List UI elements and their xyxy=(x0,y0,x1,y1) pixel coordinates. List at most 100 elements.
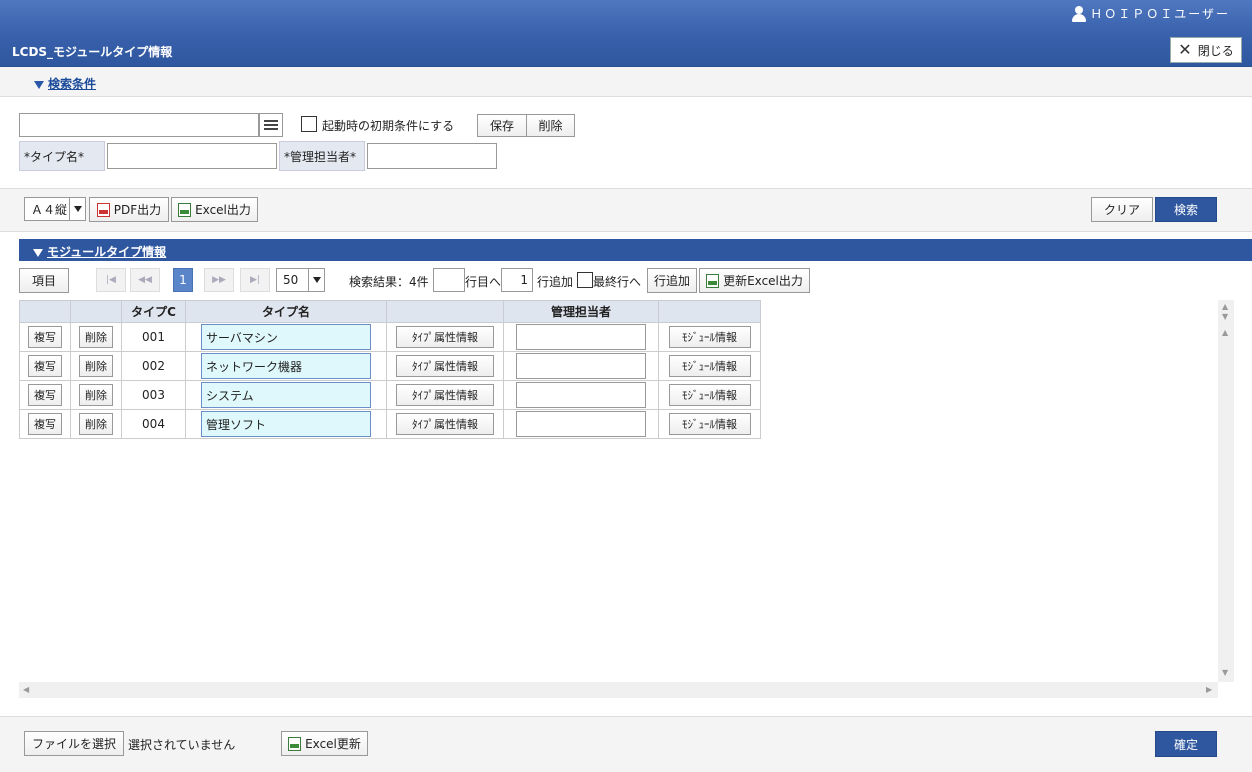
col-manager: 管理担当者 xyxy=(503,300,659,323)
table-header-row: タイプC タイプ名 管理担当者 xyxy=(19,300,761,323)
module-info-button[interactable]: ﾓｼﾞｭｰﾙ情報 xyxy=(668,384,751,406)
saved-condition-input[interactable] xyxy=(19,113,259,137)
col-type-code: タイプC xyxy=(121,300,186,323)
user-name: ＨＯＩＰＯＩユーザー xyxy=(1090,7,1230,21)
user-icon xyxy=(1072,5,1087,22)
col-delete xyxy=(70,300,122,323)
clear-button[interactable]: クリア xyxy=(1091,197,1153,222)
type-name-field[interactable]: ネットワーク機器 xyxy=(201,353,371,379)
excel-icon xyxy=(288,736,302,751)
delete-row-button[interactable]: 削除 xyxy=(79,326,113,348)
search-button[interactable]: 検索 xyxy=(1155,197,1217,222)
copy-cell: 複写 xyxy=(19,351,71,381)
delete-row-button[interactable]: 削除 xyxy=(79,355,113,377)
module-info-button[interactable]: ﾓｼﾞｭｰﾙ情報 xyxy=(668,355,751,377)
manager-input[interactable] xyxy=(367,143,497,169)
type-attr-button[interactable]: ﾀｲﾌﾟ属性情報 xyxy=(396,326,494,348)
delete-cell: 削除 xyxy=(70,322,122,352)
module-section-header: モジュールタイプ情報 xyxy=(19,239,1252,261)
save-button[interactable]: 保存 xyxy=(477,114,527,137)
search-section-toggle[interactable]: 検索条件 xyxy=(34,75,96,92)
type-code-cell: 003 xyxy=(121,380,186,410)
last-row-checkbox[interactable] xyxy=(577,272,593,288)
excel-update-button[interactable]: Excel更新 xyxy=(281,731,368,756)
module-info-button[interactable]: ﾓｼﾞｭｰﾙ情報 xyxy=(668,413,751,435)
module-type-table: タイプC タイプ名 管理担当者 複写 削除 001 サーバマシン ﾀｲﾌﾟ属性情報 ﾓｼﾞ… xyxy=(19,300,761,439)
pdf-export-button[interactable]: PDF出力 xyxy=(89,197,169,222)
type-name-cell: システム xyxy=(185,380,387,410)
type-name-cell: 管理ソフト xyxy=(185,409,387,439)
col-module xyxy=(658,300,761,323)
type-attr-button[interactable]: ﾀｲﾌﾟ属性情報 xyxy=(396,355,494,377)
manager-cell xyxy=(503,409,659,439)
current-page[interactable]: 1 xyxy=(173,268,193,292)
chevron-down-icon xyxy=(69,198,85,220)
columns-button[interactable]: 項目 xyxy=(19,268,69,293)
delete-condition-button[interactable]: 削除 xyxy=(526,114,575,137)
type-name-field[interactable]: サーバマシン xyxy=(201,324,371,350)
type-name-field[interactable]: 管理ソフト xyxy=(201,411,371,437)
excel-icon xyxy=(178,202,192,217)
manager-field[interactable] xyxy=(516,324,646,350)
copy-row-button[interactable]: 複写 xyxy=(28,413,62,435)
add-row-button[interactable]: 行追加 xyxy=(647,268,697,293)
excel-export-button[interactable]: Excel出力 xyxy=(171,197,258,222)
table-row: 複写 削除 004 管理ソフト ﾀｲﾌﾟ属性情報 ﾓｼﾞｭｰﾙ情報 xyxy=(19,409,761,439)
search-section-header: 検索条件 xyxy=(0,67,1252,97)
file-status: 選択されていません xyxy=(128,738,236,752)
manager-field[interactable] xyxy=(516,382,646,408)
horizontal-scrollbar[interactable]: ◀ ▶ xyxy=(19,682,1218,698)
module-cell: ﾓｼﾞｭｰﾙ情報 xyxy=(658,322,761,352)
table-row: 複写 削除 001 サーバマシン ﾀｲﾌﾟ属性情報 ﾓｼﾞｭｰﾙ情報 xyxy=(19,322,761,352)
last-page-icon[interactable]: ▶| xyxy=(240,268,270,292)
manager-field[interactable] xyxy=(516,353,646,379)
delete-row-button[interactable]: 削除 xyxy=(79,413,113,435)
copy-row-button[interactable]: 複写 xyxy=(28,384,62,406)
page-title: LCDS_モジュールタイプ情報 xyxy=(12,45,173,59)
page-size-select[interactable]: 50 xyxy=(276,268,325,292)
module-section-toggle[interactable]: モジュールタイプ情報 xyxy=(33,243,166,260)
close-button[interactable]: ✕ 閉じる xyxy=(1170,37,1242,63)
first-page-icon[interactable]: |◀ xyxy=(96,268,126,292)
delete-row-button[interactable]: 削除 xyxy=(79,384,113,406)
type-attr-button[interactable]: ﾀｲﾌﾟ属性情報 xyxy=(396,413,494,435)
collapse-triangle-icon xyxy=(34,80,44,89)
col-attr xyxy=(386,300,504,323)
attr-cell: ﾀｲﾌﾟ属性情報 xyxy=(386,351,504,381)
prev-page-icon[interactable]: ◀◀ xyxy=(130,268,160,292)
module-cell: ﾓｼﾞｭｰﾙ情報 xyxy=(658,351,761,381)
module-info-button[interactable]: ﾓｼﾞｭｰﾙ情報 xyxy=(668,326,751,348)
next-page-icon[interactable]: ▶▶ xyxy=(204,268,234,292)
type-attr-button[interactable]: ﾀｲﾌﾟ属性情報 xyxy=(396,384,494,406)
condition-list-icon[interactable] xyxy=(259,113,283,137)
startup-condition-checkbox[interactable] xyxy=(301,116,317,132)
copy-cell: 複写 xyxy=(19,380,71,410)
result-count: 検索結果：4件 xyxy=(349,275,429,289)
manager-cell xyxy=(503,322,659,352)
title-bar: ＨＯＩＰＯＩユーザー LCDS_モジュールタイプ情報 ✕ 閉じる xyxy=(0,0,1252,67)
attr-cell: ﾀｲﾌﾟ属性情報 xyxy=(386,380,504,410)
manager-cell xyxy=(503,351,659,381)
file-select-button[interactable]: ファイルを選択 xyxy=(24,731,124,756)
update-excel-button[interactable]: 更新Excel出力 xyxy=(699,268,810,293)
manager-field[interactable] xyxy=(516,411,646,437)
goto-row-input[interactable] xyxy=(433,268,465,292)
pdf-icon xyxy=(96,202,110,217)
paper-size-select[interactable]: Ａ４縦 xyxy=(24,197,86,221)
delete-cell: 削除 xyxy=(70,380,122,410)
type-name-cell: ネットワーク機器 xyxy=(185,351,387,381)
col-copy xyxy=(19,300,71,323)
copy-row-button[interactable]: 複写 xyxy=(28,326,62,348)
type-name-cell: サーバマシン xyxy=(185,322,387,352)
vertical-scrollbar[interactable]: ▲ ▼ ▲ ▼ xyxy=(1218,300,1234,682)
add-row-count-input[interactable]: 1 xyxy=(501,268,533,292)
copy-row-button[interactable]: 複写 xyxy=(28,355,62,377)
copy-cell: 複写 xyxy=(19,322,71,352)
confirm-button[interactable]: 確定 xyxy=(1155,731,1217,757)
last-row-label: 最終行へ xyxy=(593,275,642,289)
type-code-cell: 002 xyxy=(121,351,186,381)
chevron-down-icon xyxy=(308,269,324,291)
type-name-input[interactable] xyxy=(107,143,277,169)
type-name-field[interactable]: システム xyxy=(201,382,371,408)
attr-cell: ﾀｲﾌﾟ属性情報 xyxy=(386,322,504,352)
